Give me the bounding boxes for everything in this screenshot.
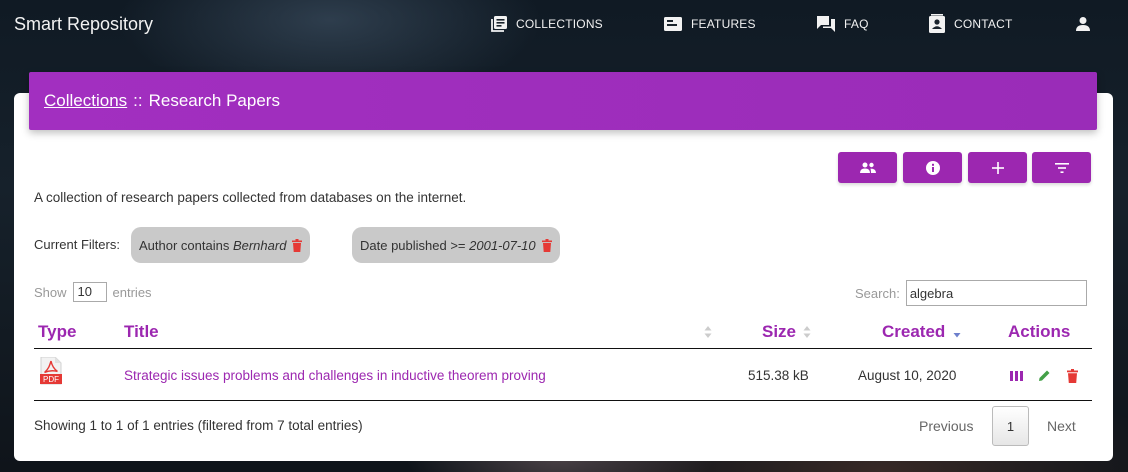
people-icon <box>859 162 876 173</box>
filter-chip-date-text: Date published >= 2001-07-10 <box>360 237 536 253</box>
collection-description: A collection of research papers collecte… <box>34 190 467 205</box>
table-search: Search: <box>855 280 1087 306</box>
nav-contact[interactable]: CONTACT <box>928 14 1013 34</box>
features-icon <box>664 17 682 31</box>
nav-features[interactable]: FEATURES <box>663 14 756 34</box>
info-button[interactable] <box>903 152 962 183</box>
collections-icon <box>491 16 507 32</box>
current-filters-label: Current Filters: <box>34 237 120 252</box>
breadcrumb-collections-link[interactable]: Collections <box>44 91 127 111</box>
info-icon <box>925 160 940 175</box>
contact-icon <box>929 14 945 33</box>
top-navbar: Smart Repository COLLECTIONS FEATURES FA… <box>0 0 1128 48</box>
nav-contact-label: CONTACT <box>954 17 1013 31</box>
nav-collections[interactable]: COLLECTIONS <box>490 14 603 34</box>
column-header-actions: Actions <box>1008 322 1071 341</box>
table-footer-rule <box>34 400 1092 401</box>
pdf-file-icon: PDF <box>40 357 62 385</box>
column-header-created[interactable]: Created <box>882 322 945 342</box>
sort-both-icon <box>704 326 712 338</box>
sort-both-icon <box>803 326 811 338</box>
nav-faq[interactable]: FAQ <box>816 14 869 34</box>
nav-faq-label: FAQ <box>844 17 869 31</box>
previous-page-button[interactable]: Previous <box>919 418 973 434</box>
entries-label: entries <box>112 284 152 300</box>
search-label: Search: <box>855 285 900 301</box>
next-page-button[interactable]: Next <box>1047 418 1076 434</box>
faq-icon <box>817 16 835 32</box>
table-info: Showing 1 to 1 of 1 entries (filtered fr… <box>34 418 363 433</box>
filter-icon <box>1054 162 1069 173</box>
filter-chip-author-text: Author contains Bernhard <box>139 237 287 253</box>
table-header-rule <box>34 348 1092 349</box>
filter-chip-author: Author contains Bernhard <box>131 227 311 263</box>
current-page-button[interactable]: 1 <box>992 406 1029 446</box>
search-input[interactable] <box>905 280 1087 306</box>
collection-header: Collections :: Research Papers <box>29 72 1097 130</box>
entries-length: Show 10 entries <box>34 282 152 302</box>
edit-icon[interactable] <box>1038 369 1051 382</box>
pdf-badge-text: PDF <box>43 375 59 384</box>
trash-icon[interactable] <box>541 238 552 252</box>
row-created: August 10, 2020 <box>858 368 957 383</box>
sort-desc-icon <box>953 333 961 338</box>
row-size: 515.38 kB <box>748 368 809 383</box>
row-title-link[interactable]: Strategic issues problems and challenges… <box>124 368 546 383</box>
account-menu[interactable] <box>1075 14 1091 34</box>
breadcrumb-current: Research Papers <box>148 91 280 110</box>
filter-chip-date: Date published >= 2001-07-10 <box>352 227 560 263</box>
breadcrumb-separator: :: <box>133 91 143 110</box>
column-header-title[interactable]: Title <box>124 322 159 342</box>
nav-collections-label: COLLECTIONS <box>516 17 603 31</box>
column-header-type[interactable]: Type <box>38 322 76 342</box>
column-header-size[interactable]: Size <box>762 322 796 342</box>
columns-icon[interactable] <box>1010 371 1023 381</box>
show-label: Show <box>34 284 67 300</box>
collection-card <box>14 93 1113 461</box>
nav-features-label: FEATURES <box>691 17 756 31</box>
filter-button[interactable] <box>1032 152 1091 183</box>
trash-icon[interactable] <box>292 238 303 252</box>
delete-icon[interactable] <box>1067 369 1078 383</box>
entries-select[interactable]: 10 <box>72 282 107 302</box>
brand-title[interactable]: Smart Repository <box>14 14 153 35</box>
members-button[interactable] <box>838 152 897 183</box>
account-icon <box>1076 17 1090 31</box>
add-button[interactable] <box>968 152 1027 183</box>
plus-icon <box>991 161 1004 174</box>
